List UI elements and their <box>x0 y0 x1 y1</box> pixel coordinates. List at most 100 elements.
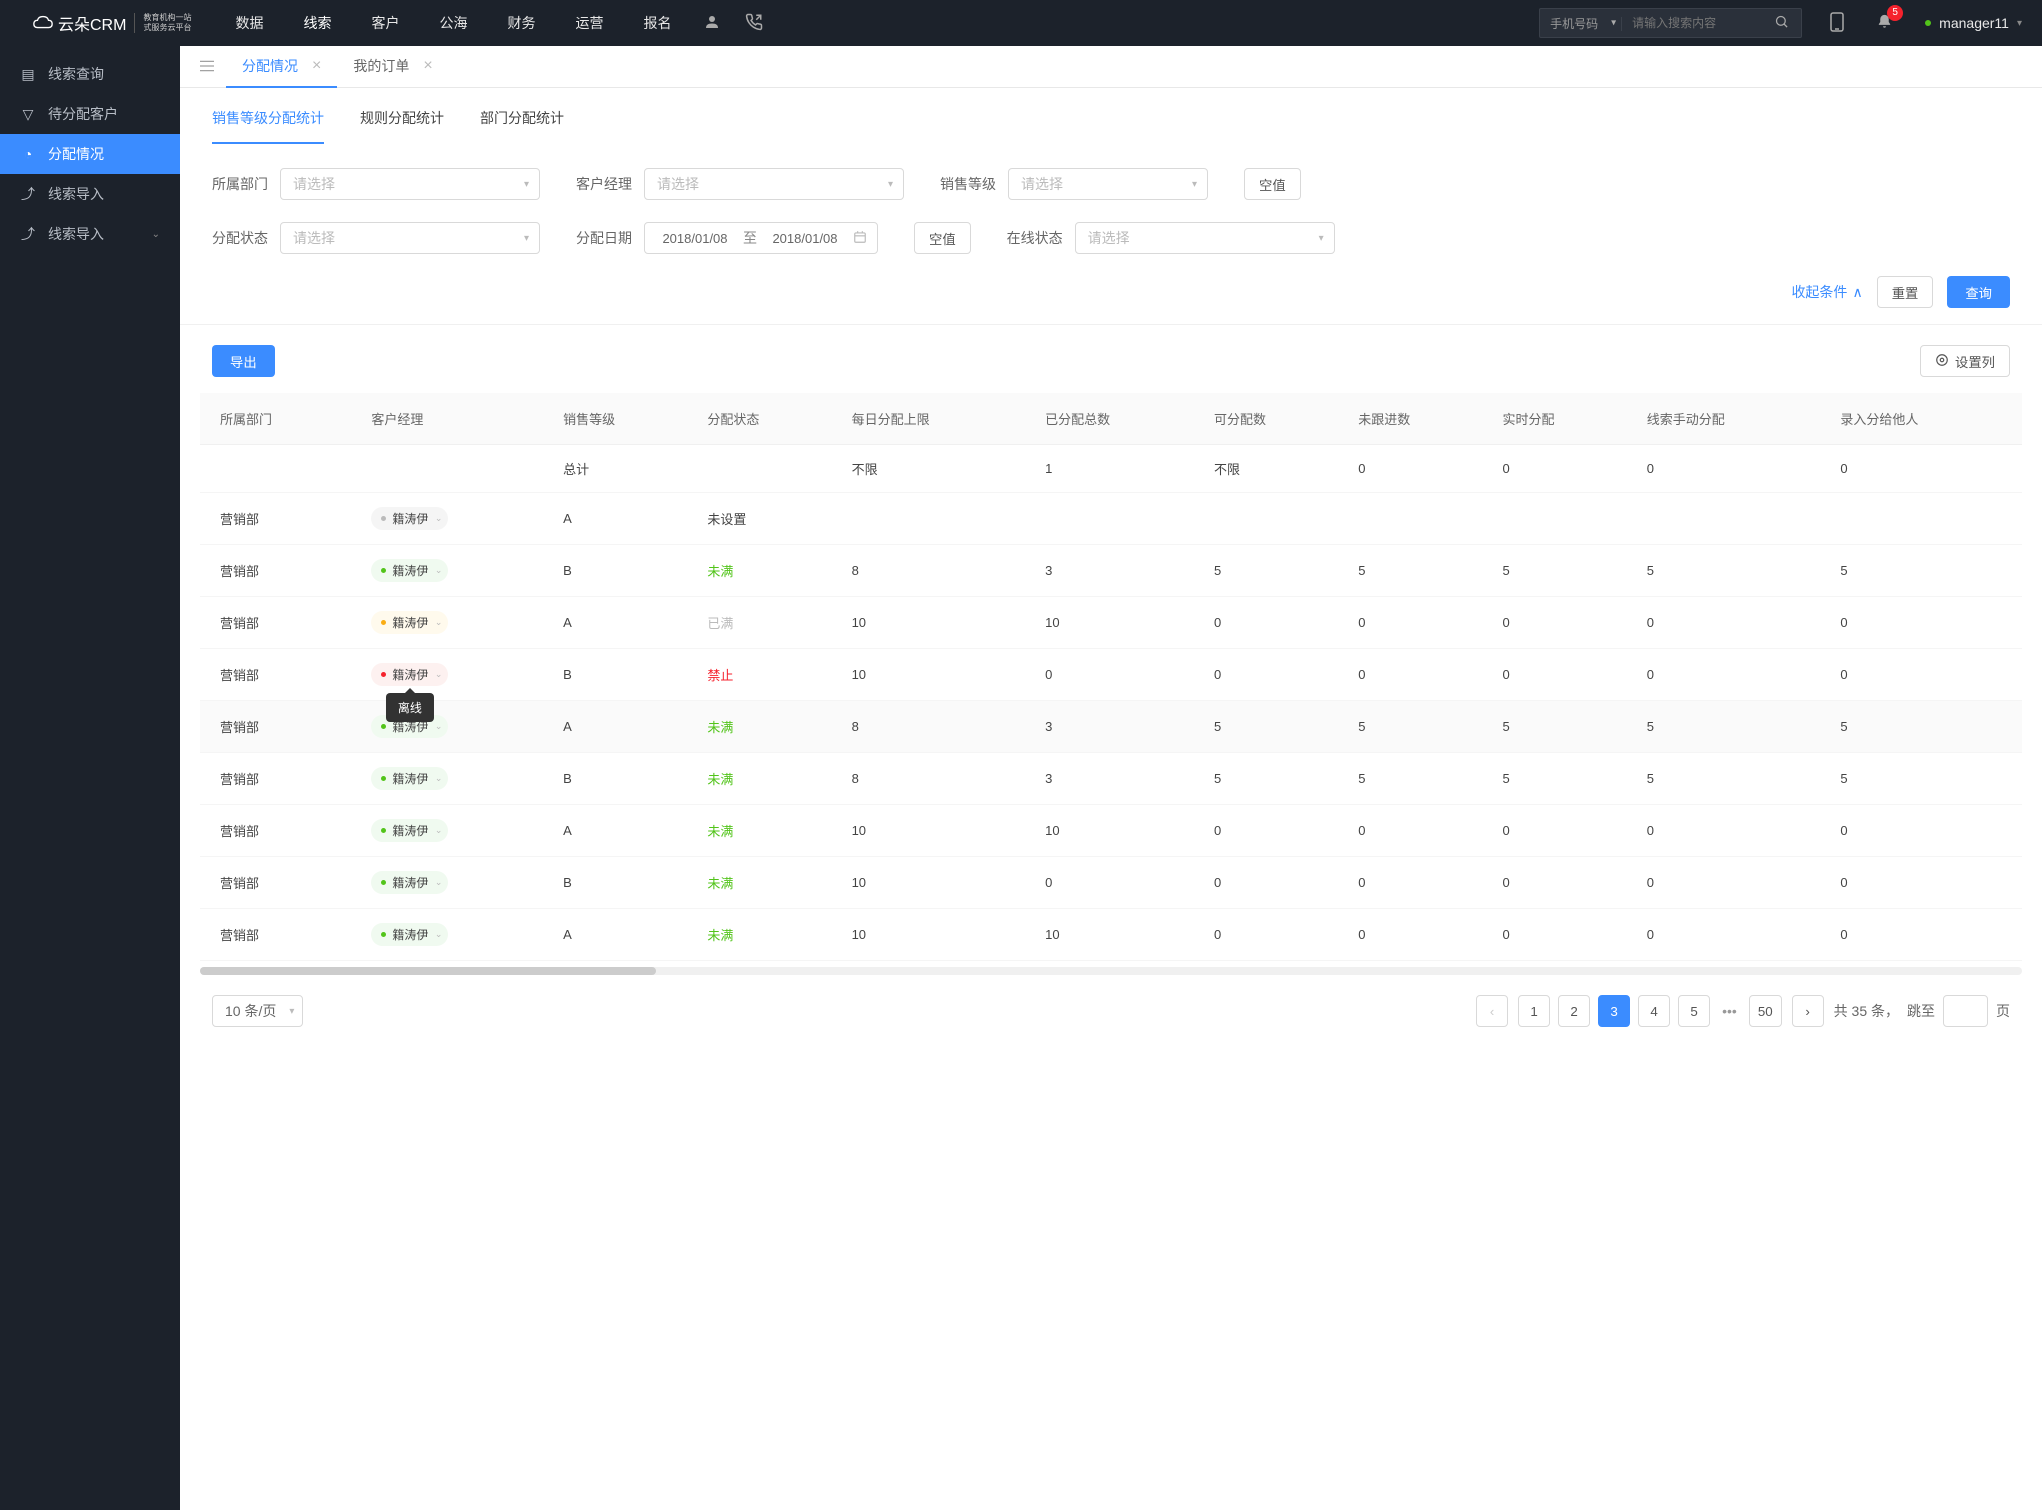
manager-chip[interactable]: 籍涛伊⌄ <box>371 507 448 530</box>
manager-chip[interactable]: 籍涛伊⌄ <box>371 767 448 790</box>
sidebar-item-label: 线索导入 <box>48 224 104 244</box>
sidebar-icon: ◔ <box>20 146 36 162</box>
close-icon[interactable]: × <box>312 58 321 74</box>
page-number-button[interactable]: 1 <box>1518 995 1550 1027</box>
search-icon[interactable] <box>1762 14 1801 32</box>
table-row[interactable]: 营销部籍涛伊⌄B未满8355555 <box>200 753 2022 805</box>
manager-chip[interactable]: 籍涛伊⌄ <box>371 611 448 634</box>
level-select[interactable]: 请选择▾ <box>1008 168 1208 200</box>
top-header: 云朵CRM 教育机构一站 式服务云平台 数据线索客户公海财务运营报名 手机号码 … <box>0 0 2042 46</box>
page-number-button[interactable]: 5 <box>1678 995 1710 1027</box>
table-row[interactable]: 营销部籍涛伊⌄B未满8355555 <box>200 545 2022 597</box>
status-dot <box>381 880 386 885</box>
manager-chip[interactable]: 籍涛伊⌄ <box>371 819 448 842</box>
nav-item[interactable]: 线索 <box>299 13 335 33</box>
column-header: 所属部门 <box>200 393 359 445</box>
reset-button[interactable]: 重置 <box>1877 276 1934 308</box>
page-number-button[interactable]: 3 <box>1598 995 1630 1027</box>
tab-label: 分配情况 <box>242 56 298 76</box>
manager-chip[interactable]: 籍涛伊⌄ <box>371 923 448 946</box>
sidebar-item[interactable]: ⤴线索导入 <box>0 174 180 214</box>
empty-value-button[interactable]: 空值 <box>1244 168 1301 200</box>
page-tab[interactable]: 分配情况 × <box>226 46 337 88</box>
filter-label-date: 分配日期 <box>576 228 632 248</box>
sub-tab[interactable]: 销售等级分配统计 <box>212 108 324 144</box>
export-button[interactable]: 导出 <box>212 345 275 377</box>
sub-tab[interactable]: 部门分配统计 <box>480 108 564 144</box>
collapse-filters-link[interactable]: 收起条件∧ <box>1791 282 1862 302</box>
online-select[interactable]: 请选择▾ <box>1075 222 1335 254</box>
nav-item[interactable]: 财务 <box>503 13 539 33</box>
manager-chip[interactable]: 籍涛伊⌄ <box>371 871 448 894</box>
sidebar-item[interactable]: ▤线索查询 <box>0 54 180 94</box>
search-input[interactable] <box>1622 9 1762 37</box>
sub-tab[interactable]: 规则分配统计 <box>360 108 444 144</box>
filter-label-level: 销售等级 <box>940 174 996 194</box>
status-dot <box>381 828 386 833</box>
sub-tabs: 销售等级分配统计规则分配统计部门分配统计 <box>180 88 2042 144</box>
user-menu[interactable]: manager11 ▾ <box>1925 15 2022 31</box>
nav-item[interactable]: 运营 <box>571 13 607 33</box>
empty-value-button-2[interactable]: 空值 <box>914 222 971 254</box>
mobile-icon[interactable] <box>1830 12 1844 35</box>
sidebar-icon: ▤ <box>20 66 36 83</box>
status-select[interactable]: 请选择▾ <box>280 222 540 254</box>
manager-chip[interactable]: 籍涛伊⌄ <box>371 559 448 582</box>
table-row[interactable]: 营销部籍涛伊⌄离线B禁止10000000 <box>200 649 2022 701</box>
table-row[interactable]: 营销部籍涛伊⌄A未满101000000 <box>200 909 2022 961</box>
next-page-button[interactable]: › <box>1792 995 1824 1027</box>
table-row[interactable]: 营销部籍涛伊⌄A未满101000000 <box>200 805 2022 857</box>
sidebar-icon: ▽ <box>20 106 36 123</box>
nav-item[interactable]: 报名 <box>639 13 675 33</box>
manager-chip[interactable]: 籍涛伊⌄ <box>371 663 448 686</box>
close-icon[interactable]: × <box>423 58 432 74</box>
horizontal-scrollbar[interactable] <box>200 967 2022 975</box>
search-type-select[interactable]: 手机号码 <box>1540 17 1622 31</box>
page-size-select[interactable]: 10 条/页▾ <box>212 995 303 1027</box>
pagination: 10 条/页▾ ‹ 12345 ••• 50 › 共 35 条， 跳至 页 <box>180 975 2042 1055</box>
chevron-down-icon: ⌄ <box>435 669 443 680</box>
user-icon[interactable] <box>703 13 721 34</box>
menu-toggle-icon[interactable] <box>192 59 222 75</box>
manager-select[interactable]: 请选择▾ <box>644 168 904 200</box>
sidebar-item[interactable]: ⤴线索导入⌄ <box>0 214 180 254</box>
column-header: 线索手动分配 <box>1635 393 1829 445</box>
page-tab[interactable]: 我的订单× <box>337 46 448 88</box>
nav-item[interactable]: 数据 <box>231 13 267 33</box>
sidebar-item-label: 待分配客户 <box>48 104 118 124</box>
column-header: 可分配数 <box>1202 393 1346 445</box>
column-settings-button[interactable]: 设置列 <box>1920 345 2010 377</box>
filter-label-mgr: 客户经理 <box>576 174 632 194</box>
filter-label-online: 在线状态 <box>1007 228 1063 248</box>
table-row[interactable]: 营销部籍涛伊⌄A已满101000000 <box>200 597 2022 649</box>
nav-item[interactable]: 公海 <box>435 13 471 33</box>
scrollbar-thumb[interactable] <box>200 967 656 975</box>
page-number-button[interactable]: 4 <box>1638 995 1670 1027</box>
page-number-button[interactable]: 2 <box>1558 995 1590 1027</box>
table-row[interactable]: 营销部籍涛伊⌄A未满8355555 <box>200 701 2022 753</box>
jump-page-input[interactable] <box>1943 995 1988 1027</box>
cloud-icon <box>32 14 54 32</box>
date-to-input[interactable] <box>765 231 845 246</box>
bell-icon[interactable]: 5 <box>1876 13 1893 34</box>
chevron-down-icon: ⌄ <box>435 565 443 576</box>
filter-label-dept: 所属部门 <box>212 174 268 194</box>
status-dot <box>381 724 386 729</box>
dept-select[interactable]: 请选择▾ <box>280 168 540 200</box>
date-range-picker[interactable]: 至 <box>644 222 878 254</box>
last-page-button[interactable]: 50 <box>1749 995 1782 1027</box>
sidebar-item[interactable]: ◔分配情况 <box>0 134 180 174</box>
table-row[interactable]: 营销部籍涛伊⌄B未满10000000 <box>200 857 2022 909</box>
online-status-dot <box>1925 20 1931 26</box>
prev-page-button[interactable]: ‹ <box>1476 995 1508 1027</box>
chevron-down-icon: ⌄ <box>435 929 443 940</box>
date-from-input[interactable] <box>655 231 735 246</box>
status-dot <box>381 620 386 625</box>
column-header: 录入分给他人 <box>1828 393 2022 445</box>
sidebar-icon: ⤴ <box>20 224 36 244</box>
table-row[interactable]: 营销部籍涛伊⌄A未设置 <box>200 493 2022 545</box>
nav-item[interactable]: 客户 <box>367 13 403 33</box>
search-button[interactable]: 查询 <box>1947 276 2010 308</box>
phone-outgoing-icon[interactable] <box>745 13 763 34</box>
sidebar-item[interactable]: ▽ 待分配客户 <box>0 94 180 134</box>
